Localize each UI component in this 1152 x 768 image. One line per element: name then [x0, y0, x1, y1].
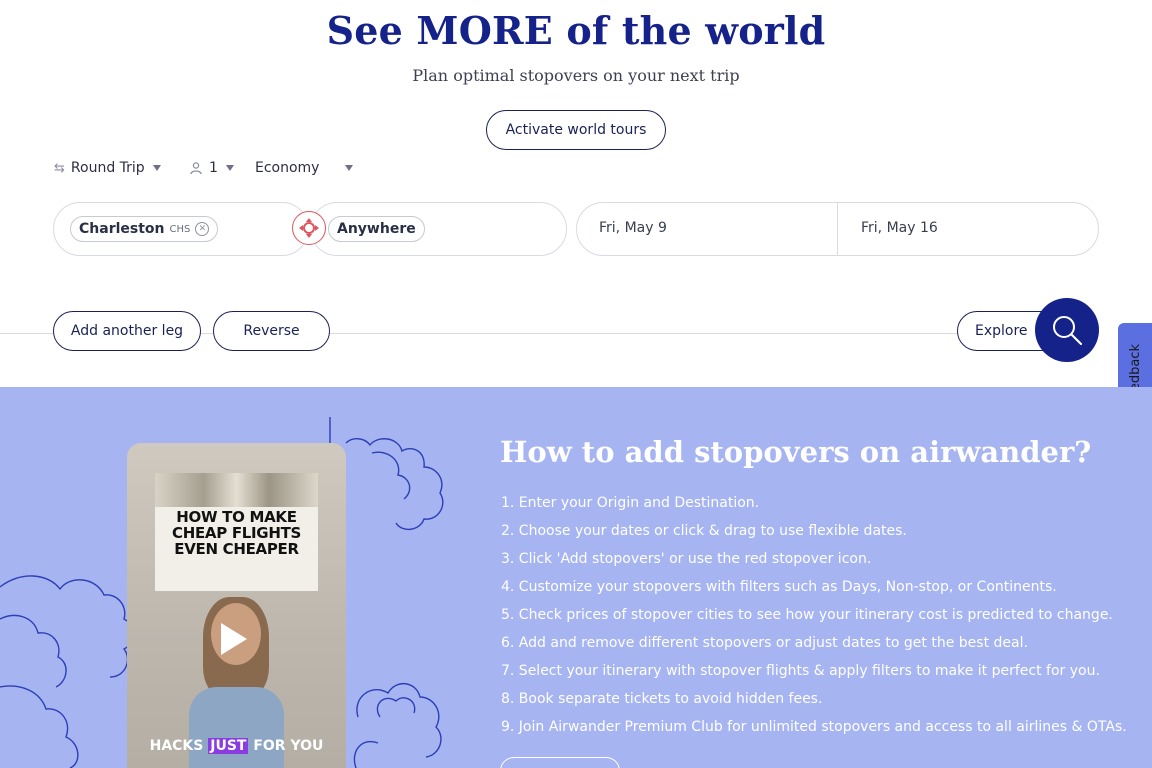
- search-icon: [1053, 316, 1083, 346]
- reverse-button[interactable]: Reverse: [213, 311, 330, 351]
- list-item: 3. Click 'Add stopovers' or use the red …: [501, 551, 872, 567]
- poster-line: CHEAP FLIGHTS: [171, 524, 302, 542]
- poster-line: EVEN CHEAPER: [174, 540, 299, 558]
- list-item: 4. Customize your stopovers with filters…: [501, 579, 1057, 595]
- origin-city: Charleston: [79, 221, 165, 237]
- stopover-icon[interactable]: [292, 211, 326, 245]
- how-to-steps: 1. Enter your Origin and Destination. 2.…: [501, 493, 1127, 745]
- list-item: 1. Enter your Origin and Destination.: [501, 495, 760, 511]
- video-thumbnail[interactable]: HOW TO MAKE CHEAP FLIGHTS EVEN CHEAPER H…: [127, 443, 346, 768]
- remove-origin-icon[interactable]: ✕: [195, 222, 210, 236]
- chevron-down-icon: [345, 165, 354, 171]
- cabin-class-value: Economy: [255, 160, 320, 176]
- person-icon: [190, 162, 202, 175]
- trip-type-value: Round Trip: [70, 160, 145, 176]
- origin-chip: Charleston CHS ✕: [70, 216, 219, 242]
- add-another-leg-button[interactable]: Add another leg: [53, 311, 201, 351]
- activate-world-tours-button[interactable]: Activate world tours: [486, 110, 666, 150]
- list-item: 9. Join Airwander Premium Club for unlim…: [501, 719, 1127, 735]
- list-item: 6. Add and remove different stopovers or…: [501, 635, 1028, 651]
- how-to-section: HOW TO MAKE CHEAP FLIGHTS EVEN CHEAPER H…: [0, 387, 1152, 768]
- chevron-down-icon: [225, 165, 234, 171]
- poster-line: HOW TO MAKE: [176, 508, 297, 526]
- passengers-select[interactable]: 1: [189, 160, 234, 176]
- section-cta-button[interactable]: [500, 757, 620, 768]
- search-button[interactable]: [1035, 298, 1099, 362]
- list-item: 7. Select your itinerary with stopover f…: [501, 663, 1100, 679]
- poster-image: HOW TO MAKE CHEAP FLIGHTS EVEN CHEAPER: [155, 473, 318, 591]
- return-date-value: Fri, May 16: [861, 220, 938, 236]
- origin-code: CHS: [169, 223, 191, 235]
- list-item: 8. Book separate tickets to avoid hidden…: [501, 691, 823, 707]
- list-item: 5. Check prices of stopover cities to se…: [501, 607, 1113, 623]
- trip-type-select[interactable]: ⇆ Round Trip: [54, 160, 161, 176]
- cabin-class-select[interactable]: Economy: [255, 160, 354, 176]
- stopover-arrows-icon: [299, 218, 319, 238]
- page-subtitle: Plan optimal stopovers on your next trip: [412, 66, 740, 85]
- chevron-down-icon: [152, 165, 161, 171]
- list-item: 2. Choose your dates or click & drag to …: [501, 523, 907, 539]
- passengers-value: 1: [209, 160, 218, 176]
- depart-date-value: Fri, May 9: [599, 220, 667, 236]
- swap-arrows-icon: ⇆: [54, 160, 65, 176]
- how-to-title: How to add stopovers on airwander?: [500, 435, 1092, 469]
- destination-value: Anywhere: [337, 221, 416, 237]
- destination-chip: Anywhere: [328, 216, 425, 242]
- video-caption: HACKS JUST FOR YOU: [149, 738, 324, 754]
- play-icon[interactable]: [221, 623, 247, 655]
- page-title: See MORE of the world: [326, 8, 826, 53]
